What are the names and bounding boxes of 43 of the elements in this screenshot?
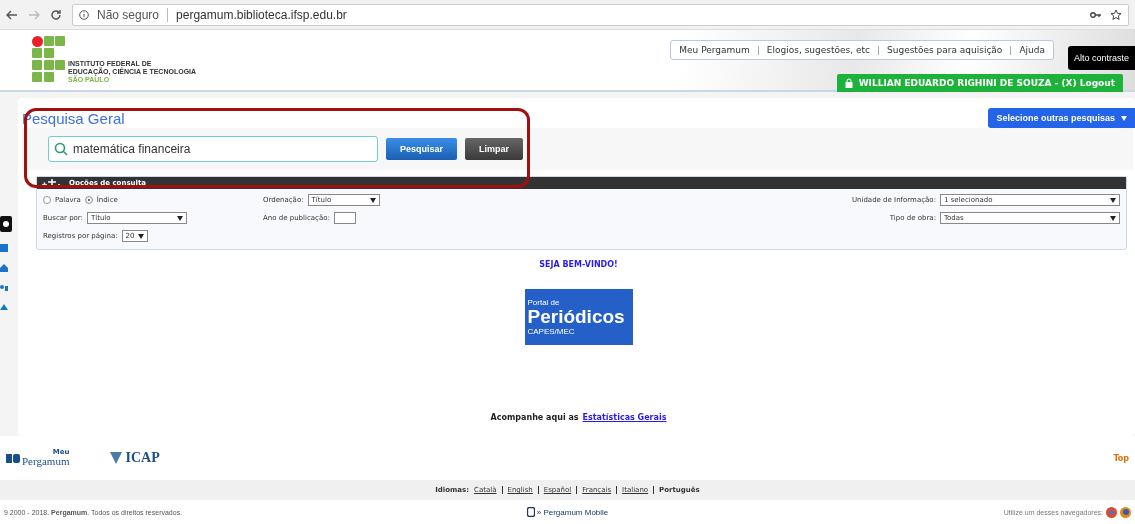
logo-text: ICAP	[125, 450, 160, 466]
clear-button[interactable]: Limpar	[465, 138, 524, 160]
periodicals-banner[interactable]: Portal de Periódicos CAPES/MEC	[524, 289, 633, 345]
star-icon[interactable]	[1110, 8, 1122, 21]
key-icon[interactable]	[1090, 10, 1102, 19]
header-link[interactable]: Ajuda	[1019, 45, 1045, 55]
address-bar[interactable]: Não seguro pergamum.biblioteca.ifsp.edu.br	[72, 3, 1129, 26]
pergamum-logo-icon	[6, 453, 20, 463]
header-link[interactable]: Sugestões para aquisição	[887, 45, 1003, 55]
mobile-link[interactable]: » Pergamum Mobile	[526, 507, 609, 517]
info-icon	[79, 9, 89, 20]
header-link[interactable]: Elogios, sugestões, etc	[766, 45, 870, 55]
search-button[interactable]: Pesquisar	[386, 138, 458, 160]
welcome-text: SEJA BEM-VINDO!	[539, 260, 618, 269]
caret-icon	[369, 197, 376, 203]
radio-button[interactable]	[43, 196, 51, 204]
back-icon[interactable]	[6, 9, 18, 20]
stats-link[interactable]: Estatísticas Gerais	[582, 413, 667, 422]
reload-icon[interactable]	[50, 8, 62, 21]
lock-icon	[844, 78, 853, 88]
url-text: pergamum.biblioteca.ifsp.edu.br	[176, 7, 347, 22]
logo-text: Pergamum	[22, 456, 70, 467]
security-label: Não seguro	[97, 7, 169, 22]
caret-icon	[1121, 115, 1127, 121]
caret-icon	[176, 215, 183, 221]
year-field[interactable]	[333, 212, 356, 224]
browser-icon[interactable]	[1106, 506, 1117, 518]
header-link[interactable]: Meu Pergamum	[679, 45, 750, 55]
home-icon[interactable]	[0, 264, 8, 272]
search-icon	[54, 142, 68, 156]
stats-text: Acompanhe aqui as	[490, 413, 579, 422]
phone-icon	[526, 507, 535, 517]
triangle-icon[interactable]	[0, 304, 8, 310]
caret-icon	[1110, 197, 1116, 203]
other-searches-button[interactable]: Selecione outras pesquisas	[988, 108, 1135, 128]
caret-icon	[137, 233, 144, 239]
search-field[interactable]: matemática financeira	[48, 136, 378, 162]
caret-icon	[1110, 215, 1116, 221]
plus-icon	[41, 178, 63, 188]
browser-icon[interactable]	[1120, 506, 1131, 518]
contrast-button[interactable]: Alto contraste	[1067, 46, 1135, 70]
sidebar-icon[interactable]	[0, 216, 12, 232]
radio-button[interactable]	[84, 196, 93, 204]
